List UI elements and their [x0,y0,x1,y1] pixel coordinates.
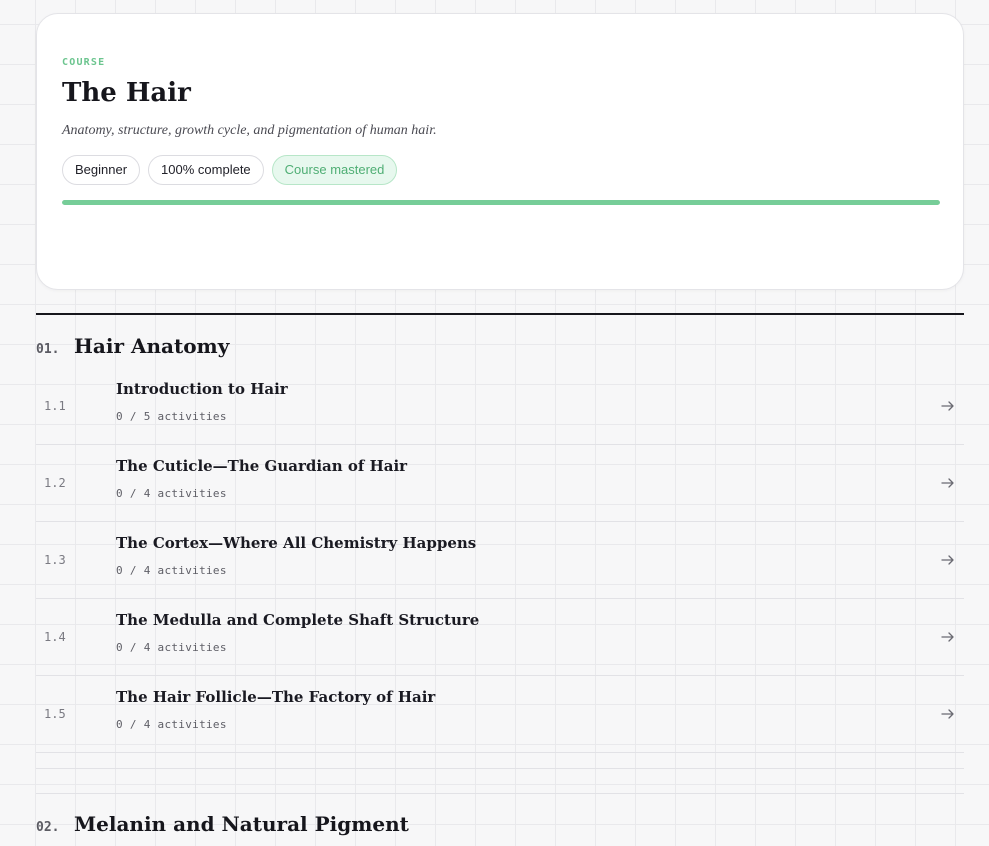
course-title: The Hair [62,78,191,108]
course-header-card: COURSE The Hair Anatomy, structure, grow… [36,13,964,290]
lesson-number: 1.4 [44,630,66,644]
course-badges: Beginner 100% complete Course mastered [62,155,398,185]
lesson-activity-count: 0 / 5 activities [116,410,227,423]
lesson-activity-count: 0 / 4 activities [116,718,227,731]
completion-badge: 100% complete [148,155,264,185]
level-badge: Beginner [62,155,141,185]
lesson-number: 1.2 [44,476,66,490]
lesson-number: 1.3 [44,553,66,567]
lesson-row[interactable]: 1.5 The Hair Follicle—The Factory of Hai… [36,676,964,753]
lesson-row[interactable]: 1.4 The Medulla and Complete Shaft Struc… [36,599,964,676]
section-end-divider [36,768,964,769]
lesson-title: The Cuticle—The Guardian of Hair [116,457,408,475]
lesson-activity-count: 0 / 4 activities [116,564,227,577]
lesson-title: The Cortex—Where All Chemistry Happens [116,534,477,552]
arrow-right-icon[interactable] [940,368,956,444]
course-progress-bar [62,200,940,205]
section-title: Hair Anatomy [74,334,230,358]
lesson-row[interactable]: 1.3 The Cortex—Where All Chemistry Happe… [36,522,964,599]
section-number: 02. [36,820,60,835]
lesson-row[interactable]: 1.1 Introduction to Hair 0 / 5 activitie… [36,368,964,445]
arrow-right-icon[interactable] [940,522,956,598]
arrow-right-icon[interactable] [940,676,956,752]
lesson-title: The Hair Follicle—The Factory of Hair [116,688,436,706]
arrow-right-icon[interactable] [940,599,956,675]
lesson-title: The Medulla and Complete Shaft Structure [116,611,480,629]
course-eyebrow: COURSE [62,57,106,68]
section-title: Melanin and Natural Pigment [74,812,409,836]
lesson-row[interactable]: 1.2 The Cuticle—The Guardian of Hair 0 /… [36,445,964,522]
section-divider [36,313,964,315]
section-header: 01. Hair Anatomy [36,334,229,358]
section-divider [36,793,964,794]
section-header: 02. Melanin and Natural Pigment [36,812,409,836]
status-badge: Course mastered [271,155,398,185]
section-number: 01. [36,342,60,357]
arrow-right-icon[interactable] [940,445,956,521]
lesson-activity-count: 0 / 4 activities [116,487,227,500]
lesson-number: 1.1 [44,399,66,413]
course-subtitle: Anatomy, structure, growth cycle, and pi… [62,123,437,138]
lesson-activity-count: 0 / 4 activities [116,641,227,654]
lesson-title: Introduction to Hair [116,380,288,398]
lesson-number: 1.5 [44,707,66,721]
course-progress-fill [62,200,940,205]
